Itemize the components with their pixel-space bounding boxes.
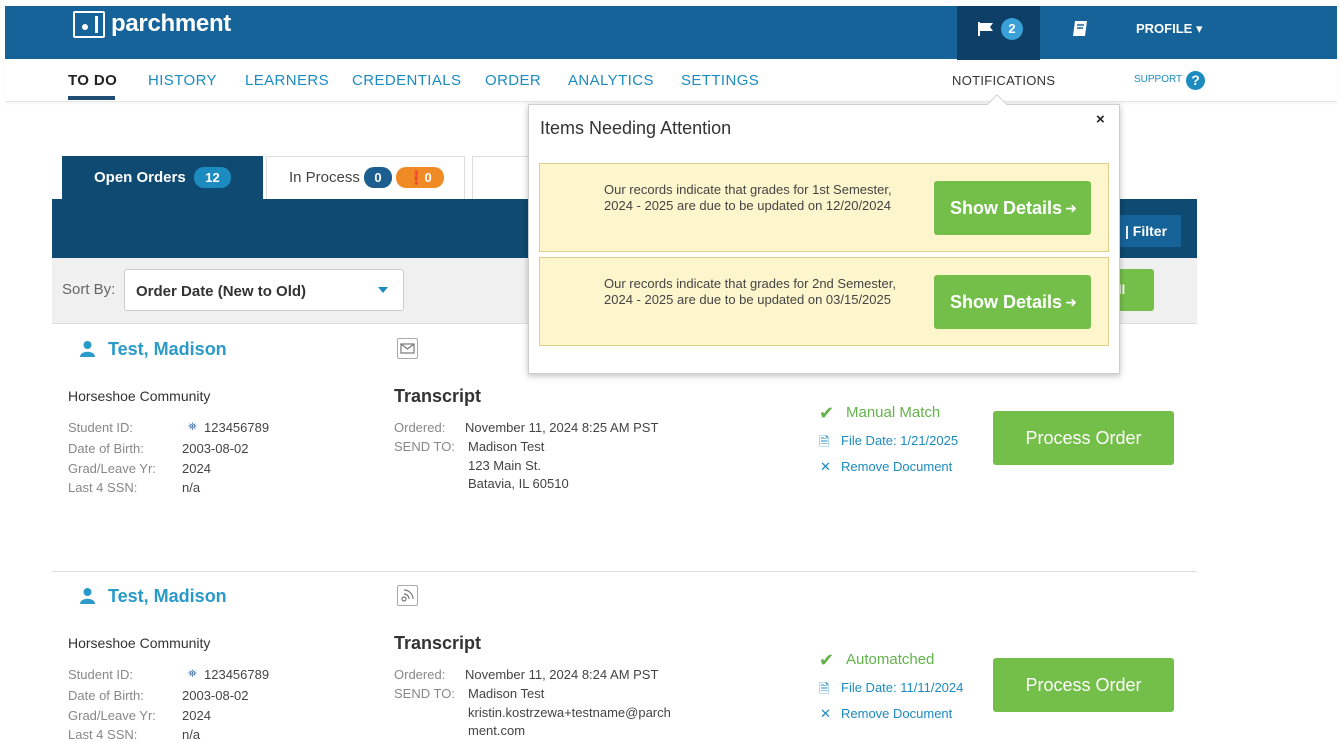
- electronic-delivery-icon: [397, 585, 418, 606]
- file-search-icon: 🗎: [819, 434, 830, 449]
- ssn-value: n/a: [182, 480, 201, 495]
- nav-item-settings[interactable]: SETTINGS: [681, 72, 759, 89]
- popup-title: Items Needing Attention: [540, 118, 732, 138]
- process-order-button[interactable]: Process Order: [993, 411, 1174, 465]
- sendto-line: kristin.kostrzewa+testname@parch: [468, 705, 671, 720]
- dob-label: Date of Birth:: [68, 441, 144, 456]
- check-icon: ✔: [819, 650, 835, 670]
- remove-icon: ✕: [820, 706, 831, 721]
- person-icon: [80, 588, 95, 604]
- document-title: Transcript: [394, 633, 482, 653]
- flag-icon[interactable]: [977, 21, 995, 37]
- nav-item-analytics[interactable]: ANALYTICS: [568, 72, 654, 89]
- caret-down-icon: [378, 287, 388, 293]
- nav-item-history[interactable]: HISTORY: [148, 72, 217, 89]
- show-details-label: Show Details: [950, 198, 1063, 218]
- school-name: Horseshoe Community: [68, 388, 211, 404]
- learner-name[interactable]: Test, Madison: [108, 339, 227, 360]
- sendto-line: ment.com: [468, 723, 526, 738]
- close-icon[interactable]: ×: [1096, 111, 1105, 128]
- sort-label: Sort By:: [62, 281, 116, 298]
- show-details-button[interactable]: Show Details ➜: [934, 275, 1091, 329]
- dob-value: 2003-08-02: [182, 441, 249, 456]
- arrow-right-icon: ➜: [1065, 200, 1077, 216]
- open-orders-count-badge: 12: [194, 167, 231, 188]
- logo-text[interactable]: parchment: [111, 10, 231, 38]
- match-status: Automatched: [846, 651, 935, 668]
- student-id-label: Student ID:: [68, 667, 134, 682]
- alert-message: Our records indicate that grades for 1st…: [604, 182, 892, 213]
- ssn-label: Last 4 SSN:: [68, 480, 138, 495]
- file-date-link[interactable]: File Date: 11/11/2024: [841, 680, 963, 695]
- match-status: Manual Match: [846, 404, 941, 421]
- mail-icon: [397, 338, 418, 359]
- in-process-alert-badge: ❗0: [396, 167, 444, 188]
- ssn-value: n/a: [182, 727, 201, 742]
- id-icon: ⛯: [188, 668, 197, 680]
- support-link[interactable]: SUPPORT: [1134, 74, 1182, 85]
- ordered-label: Ordered:: [394, 667, 446, 682]
- student-id-value: 123456789: [204, 667, 270, 682]
- sendto-label: SEND TO:: [394, 686, 455, 701]
- nav-item-order[interactable]: ORDER: [485, 72, 541, 89]
- profile-label: PROFILE: [1136, 21, 1193, 36]
- alert-count: 0: [424, 170, 432, 185]
- help-icon[interactable]: ?: [1186, 71, 1205, 90]
- arrow-right-icon: ➜: [1065, 294, 1077, 310]
- in-process-count-badge: 0: [364, 167, 392, 188]
- divider: [52, 571, 1197, 572]
- tab-open-orders-label: Open Orders: [94, 169, 186, 186]
- ordered-label: Ordered:: [394, 420, 446, 435]
- dob-value: 2003-08-02: [182, 688, 249, 703]
- sort-selected-value: Order Date (New to Old): [136, 283, 307, 300]
- ordered-value: November 11, 2024 8:24 AM PST: [465, 667, 659, 682]
- filter-button[interactable]: | Filter: [1117, 215, 1181, 247]
- remove-document-link[interactable]: Remove Document: [841, 459, 952, 474]
- learner-name[interactable]: Test, Madison: [108, 586, 227, 607]
- book-icon[interactable]: [1072, 20, 1088, 37]
- student-id-value: 123456789: [204, 420, 270, 435]
- school-name: Horseshoe Community: [68, 635, 211, 651]
- remove-document-link[interactable]: Remove Document: [841, 706, 952, 721]
- tab-third[interactable]: [472, 156, 532, 200]
- id-icon: ⛯: [188, 421, 197, 433]
- grad-year-label: Grad/Leave Yr:: [68, 461, 156, 476]
- nav-item-credentials[interactable]: CREDENTIALS: [352, 72, 461, 89]
- sendto-line: Batavia, IL 60510: [468, 476, 569, 491]
- grad-year-value: 2024: [182, 461, 211, 476]
- sendto-line: Madison Test: [468, 439, 545, 454]
- file-search-icon: 🗎: [819, 681, 830, 696]
- remove-icon: ✕: [820, 459, 831, 474]
- person-icon: [80, 341, 95, 357]
- parchment-logo-icon[interactable]: [73, 11, 105, 38]
- check-icon: ✔: [819, 403, 835, 423]
- file-date-link[interactable]: File Date: 1/21/2025: [841, 433, 958, 448]
- notifications-label[interactable]: NOTIFICATIONS: [952, 73, 1055, 88]
- sendto-line: Madison Test: [468, 686, 545, 701]
- sendto-line: 123 Main St.: [468, 458, 541, 473]
- student-id-label: Student ID:: [68, 420, 134, 435]
- notifications-count-badge: 2: [1001, 18, 1023, 40]
- alert-icon: ❗: [408, 170, 425, 185]
- show-details-label: Show Details: [950, 292, 1063, 312]
- nav-item-learners[interactable]: LEARNERS: [245, 72, 329, 89]
- dob-label: Date of Birth:: [68, 688, 144, 703]
- grad-year-value: 2024: [182, 708, 211, 723]
- show-details-button[interactable]: Show Details ➜: [934, 181, 1091, 235]
- ordered-value: November 11, 2024 8:25 AM PST: [465, 420, 659, 435]
- notifications-button[interactable]: [957, 6, 1040, 65]
- nav-item-todo[interactable]: TO DO: [68, 72, 117, 89]
- document-title: Transcript: [394, 386, 482, 406]
- grad-year-label: Grad/Leave Yr:: [68, 708, 156, 723]
- chevron-down-icon: ▾: [1195, 21, 1203, 36]
- tab-in-process-label: In Process: [289, 169, 360, 186]
- profile-menu[interactable]: PROFILE ▾: [1136, 21, 1203, 37]
- ssn-label: Last 4 SSN:: [68, 727, 138, 742]
- alert-message: Our records indicate that grades for 2nd…: [604, 276, 896, 307]
- sendto-label: SEND TO:: [394, 439, 455, 454]
- process-order-button[interactable]: Process Order: [993, 658, 1174, 712]
- active-nav-indicator: [68, 96, 115, 100]
